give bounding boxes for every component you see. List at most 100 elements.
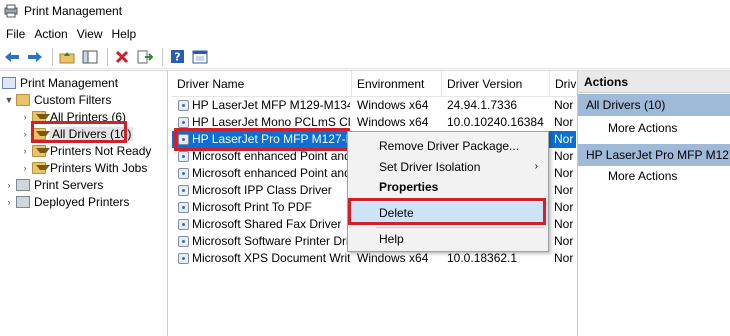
print-management-icon — [2, 76, 16, 89]
driver-type: Nor — [554, 183, 574, 197]
driver-icon — [178, 185, 189, 196]
tree-item-print-management[interactable]: Print Management — [2, 74, 118, 91]
help-icon[interactable]: ? — [167, 47, 187, 67]
driver-type: Nor — [554, 115, 574, 129]
column-header-driver-type[interactable]: Driv — [550, 71, 576, 97]
tree-item-print-servers[interactable]: › Print Servers — [4, 176, 104, 193]
delete-icon[interactable] — [112, 47, 132, 67]
driver-type: Nor — [554, 132, 574, 146]
toolbar-separator — [107, 47, 108, 66]
back-arrow-icon[interactable] — [2, 47, 22, 67]
driver-environment: Windows x64 — [357, 98, 429, 112]
driver-type: Nor — [554, 251, 574, 265]
driver-type: Nor — [554, 217, 574, 231]
toolbar: ? — [0, 45, 730, 69]
print-management-icon — [4, 4, 18, 18]
driver-icon — [178, 253, 189, 264]
actions-section-selected-driver[interactable]: HP LaserJet Pro MFP M127-M1... — [578, 144, 730, 166]
toolbar-separator — [162, 47, 163, 66]
driver-version: 10.0.10240.16384 — [447, 115, 544, 129]
more-actions-link[interactable]: More Actions — [608, 119, 677, 137]
tree-label: Custom Filters — [34, 92, 112, 107]
driver-name: Microsoft Shared Fax Driver — [192, 217, 342, 231]
context-menu: Remove Driver Package... Set Driver Isol… — [347, 131, 549, 252]
tree-item-custom-filters[interactable]: ▼ Custom Filters — [4, 91, 112, 108]
driver-icon — [178, 100, 189, 111]
tree-item-printers-not-ready[interactable]: › Printers Not Ready — [20, 142, 152, 159]
show-hide-tree-icon[interactable] — [80, 47, 100, 67]
driver-icon — [178, 202, 189, 213]
menu-action[interactable]: Action — [32, 27, 74, 41]
driver-type: Nor — [554, 166, 574, 180]
driver-name: Microsoft enhanced Point and ... — [192, 166, 350, 180]
menu-item-properties[interactable]: Properties — [348, 176, 548, 198]
tree-item-printers-with-jobs[interactable]: › Printers With Jobs — [20, 159, 148, 176]
filter-folder-icon — [32, 161, 50, 174]
driver-icon — [178, 236, 189, 247]
menu-bar: File Action View Help — [0, 24, 730, 44]
chevron-right-icon[interactable]: › — [20, 112, 30, 122]
table-row[interactable]: Microsoft XPS Document Write... Windows … — [172, 250, 576, 267]
tree-label: Printers With Jobs — [50, 160, 148, 175]
printer-icon — [16, 195, 30, 208]
actions-pane: Actions All Drivers (10) More Actions HP… — [577, 71, 730, 336]
driver-name: Microsoft XPS Document Write... — [192, 251, 350, 265]
driver-type: Nor — [554, 200, 574, 214]
list-header: Driver Name Environment Driver Version D… — [172, 71, 576, 97]
menu-file[interactable]: File — [4, 27, 32, 41]
column-header-driver-name[interactable]: Driver Name — [172, 71, 352, 97]
chevron-right-icon[interactable]: › — [4, 197, 14, 207]
chevron-right-icon[interactable]: › — [4, 180, 14, 190]
title-bar: Print Management — [0, 0, 730, 22]
driver-name: Microsoft Print To PDF — [192, 200, 312, 214]
toolbar-separator — [52, 47, 53, 66]
chevron-right-icon[interactable]: › — [20, 146, 30, 156]
driver-version: 10.0.18362.1 — [447, 251, 518, 265]
driver-environment: Windows x64 — [357, 251, 429, 265]
menu-item-help[interactable]: Help — [348, 228, 548, 250]
driver-type: Nor — [554, 98, 574, 112]
column-header-driver-version[interactable]: Driver Version — [442, 71, 550, 97]
chevron-right-icon[interactable]: › — [20, 129, 30, 139]
folder-icon — [16, 93, 30, 106]
driver-icon — [178, 151, 189, 162]
chevron-right-icon: › — [534, 161, 538, 172]
chevron-down-icon[interactable]: ▼ — [4, 95, 14, 105]
chevron-right-icon[interactable]: › — [20, 163, 30, 173]
window-title: Print Management — [24, 4, 123, 18]
driver-name: HP LaserJet MFP M129-M134 P... — [192, 98, 350, 112]
menu-item-set-driver-isolation[interactable]: Set Driver Isolation › — [348, 156, 548, 178]
driver-name: Microsoft IPP Class Driver — [192, 183, 332, 197]
menu-view[interactable]: View — [75, 27, 110, 41]
driver-name: Microsoft enhanced Point and ... — [192, 149, 350, 163]
actions-section-all-drivers[interactable]: All Drivers (10) — [578, 94, 730, 116]
driver-type: Nor — [554, 234, 574, 248]
highlight-box — [31, 121, 127, 143]
export-icon[interactable] — [135, 47, 155, 67]
driver-icon — [178, 219, 189, 230]
forward-arrow-icon[interactable] — [25, 47, 45, 67]
driver-type: Nor — [554, 149, 574, 163]
driver-icon — [178, 168, 189, 179]
driver-name: Microsoft Software Printer Driver — [192, 234, 350, 248]
tree-label: Print Servers — [34, 177, 104, 192]
driver-environment: Windows x64 — [357, 115, 429, 129]
actions-header: Actions — [578, 71, 730, 93]
highlight-box — [348, 198, 546, 225]
filter-folder-icon — [32, 144, 50, 157]
driver-version: 24.94.1.7336 — [447, 98, 518, 112]
server-icon — [16, 178, 30, 191]
table-row[interactable]: HP LaserJet MFP M129-M134 P... Windows x… — [172, 97, 576, 114]
menu-item-label: Set Driver Isolation — [379, 160, 481, 174]
tree-item-deployed-printers[interactable]: › Deployed Printers — [4, 193, 130, 210]
tree-label: Printers Not Ready — [50, 143, 152, 158]
properties-icon[interactable] — [190, 47, 210, 67]
column-header-environment[interactable]: Environment — [352, 71, 442, 97]
menu-item-remove-driver-package[interactable]: Remove Driver Package... — [348, 135, 548, 157]
driver-icon — [178, 117, 189, 128]
tree-label: Deployed Printers — [34, 194, 130, 209]
menu-help[interactable]: Help — [110, 27, 144, 41]
navigation-tree: Print Management ▼ Custom Filters › All … — [0, 71, 168, 336]
more-actions-link[interactable]: More Actions — [608, 167, 677, 185]
up-folder-icon[interactable] — [57, 47, 77, 67]
